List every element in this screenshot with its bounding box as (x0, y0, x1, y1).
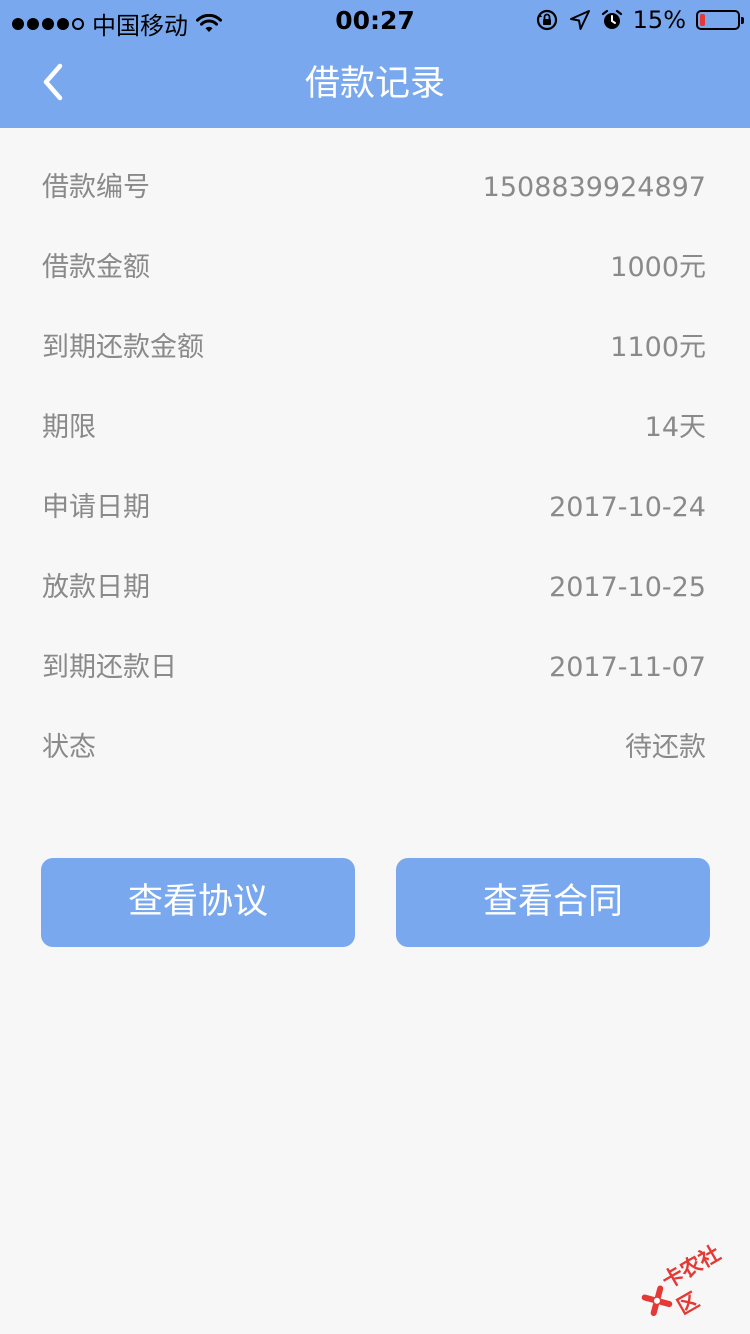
detail-row-loan-number: 借款编号 1508839924897 (0, 148, 750, 228)
detail-row-disburse-date: 放款日期 2017-10-25 (0, 548, 750, 628)
detail-row-repayment-amount: 到期还款金额 1100元 (0, 308, 750, 388)
detail-row-term: 期限 14天 (0, 388, 750, 468)
detail-value: 2017-10-24 (549, 492, 706, 523)
watermark: 卡农社区 (627, 1224, 750, 1334)
nav-bar: 借款记录 (0, 40, 750, 128)
detail-value: 1000元 (610, 252, 706, 283)
detail-label: 借款编号 (42, 172, 150, 203)
detail-value: 2017-10-25 (549, 572, 706, 603)
detail-value: 1508839924897 (482, 172, 706, 203)
status-right: 15% (535, 6, 744, 34)
detail-value: 1100元 (610, 332, 706, 363)
page-title: 借款记录 (304, 64, 445, 104)
detail-label: 借款金额 (42, 252, 150, 283)
rotation-lock-icon (535, 8, 559, 32)
status-bar: 中国移动 00:27 15% (0, 0, 750, 40)
detail-value: 14天 (644, 412, 706, 443)
battery-tip (741, 17, 744, 24)
battery-level-fill (700, 14, 705, 26)
detail-label: 期限 (42, 412, 96, 443)
detail-row-due-date: 到期还款日 2017-11-07 (0, 628, 750, 708)
loan-record-page: 中国移动 00:27 15% 借款记录 借款编号 1508839924897 借… (0, 0, 750, 1334)
battery-icon (696, 10, 744, 30)
detail-row-status: 状态 待还款 (0, 708, 750, 788)
top-bar: 中国移动 00:27 15% 借款记录 (0, 0, 750, 128)
detail-row-apply-date: 申请日期 2017-10-24 (0, 468, 750, 548)
detail-label: 放款日期 (42, 572, 150, 603)
location-arrow-icon (569, 9, 591, 31)
alarm-icon (601, 9, 623, 31)
detail-label: 到期还款金额 (42, 332, 204, 363)
detail-label: 申请日期 (42, 492, 150, 523)
loan-details-list: 借款编号 1508839924897 借款金额 1000元 到期还款金额 110… (0, 148, 750, 788)
detail-label: 状态 (42, 732, 96, 763)
detail-value: 待还款 (625, 732, 706, 763)
battery-percent: 15% (632, 6, 686, 34)
view-contract-button[interactable]: 查看合同 (396, 858, 710, 947)
detail-row-loan-amount: 借款金额 1000元 (0, 228, 750, 308)
detail-label: 到期还款日 (42, 652, 177, 683)
detail-value: 2017-11-07 (549, 652, 706, 683)
view-agreement-button[interactable]: 查看协议 (41, 858, 355, 947)
